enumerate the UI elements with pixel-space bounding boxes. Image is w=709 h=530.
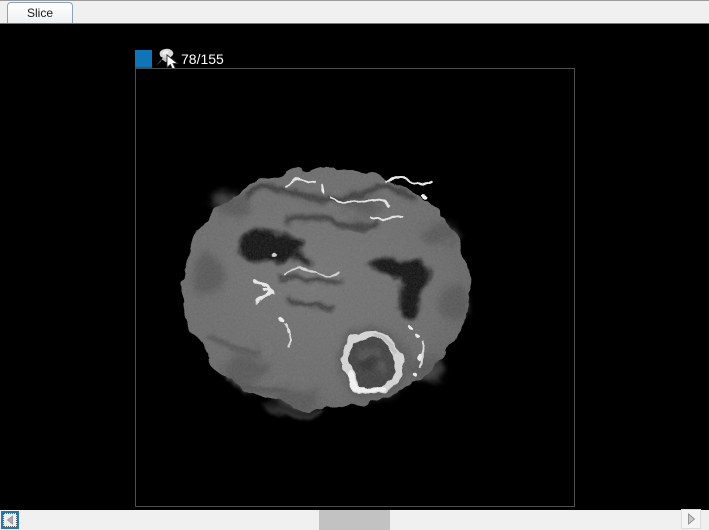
scroll-right-button[interactable] [681,509,701,529]
scrollbar-thumb[interactable] [319,510,390,530]
tab-bar [0,0,709,23]
triangle-right-icon [687,513,695,525]
scroll-left-button[interactable] [1,511,19,529]
tab-slice[interactable]: Slice [7,2,73,23]
slice-color-swatch[interactable] [135,50,152,68]
horizontal-scrollbar[interactable] [0,509,709,530]
slice-counter: 78/155 [181,51,224,67]
slice-viewer-window: Slice 78/155 [0,0,709,530]
tab-slice-label: Slice [26,6,53,20]
viewer-client-area: 78/155 [0,24,709,530]
triangle-left-icon [6,515,13,525]
slice-viewport[interactable] [135,68,575,507]
mri-brain-image [182,168,470,416]
